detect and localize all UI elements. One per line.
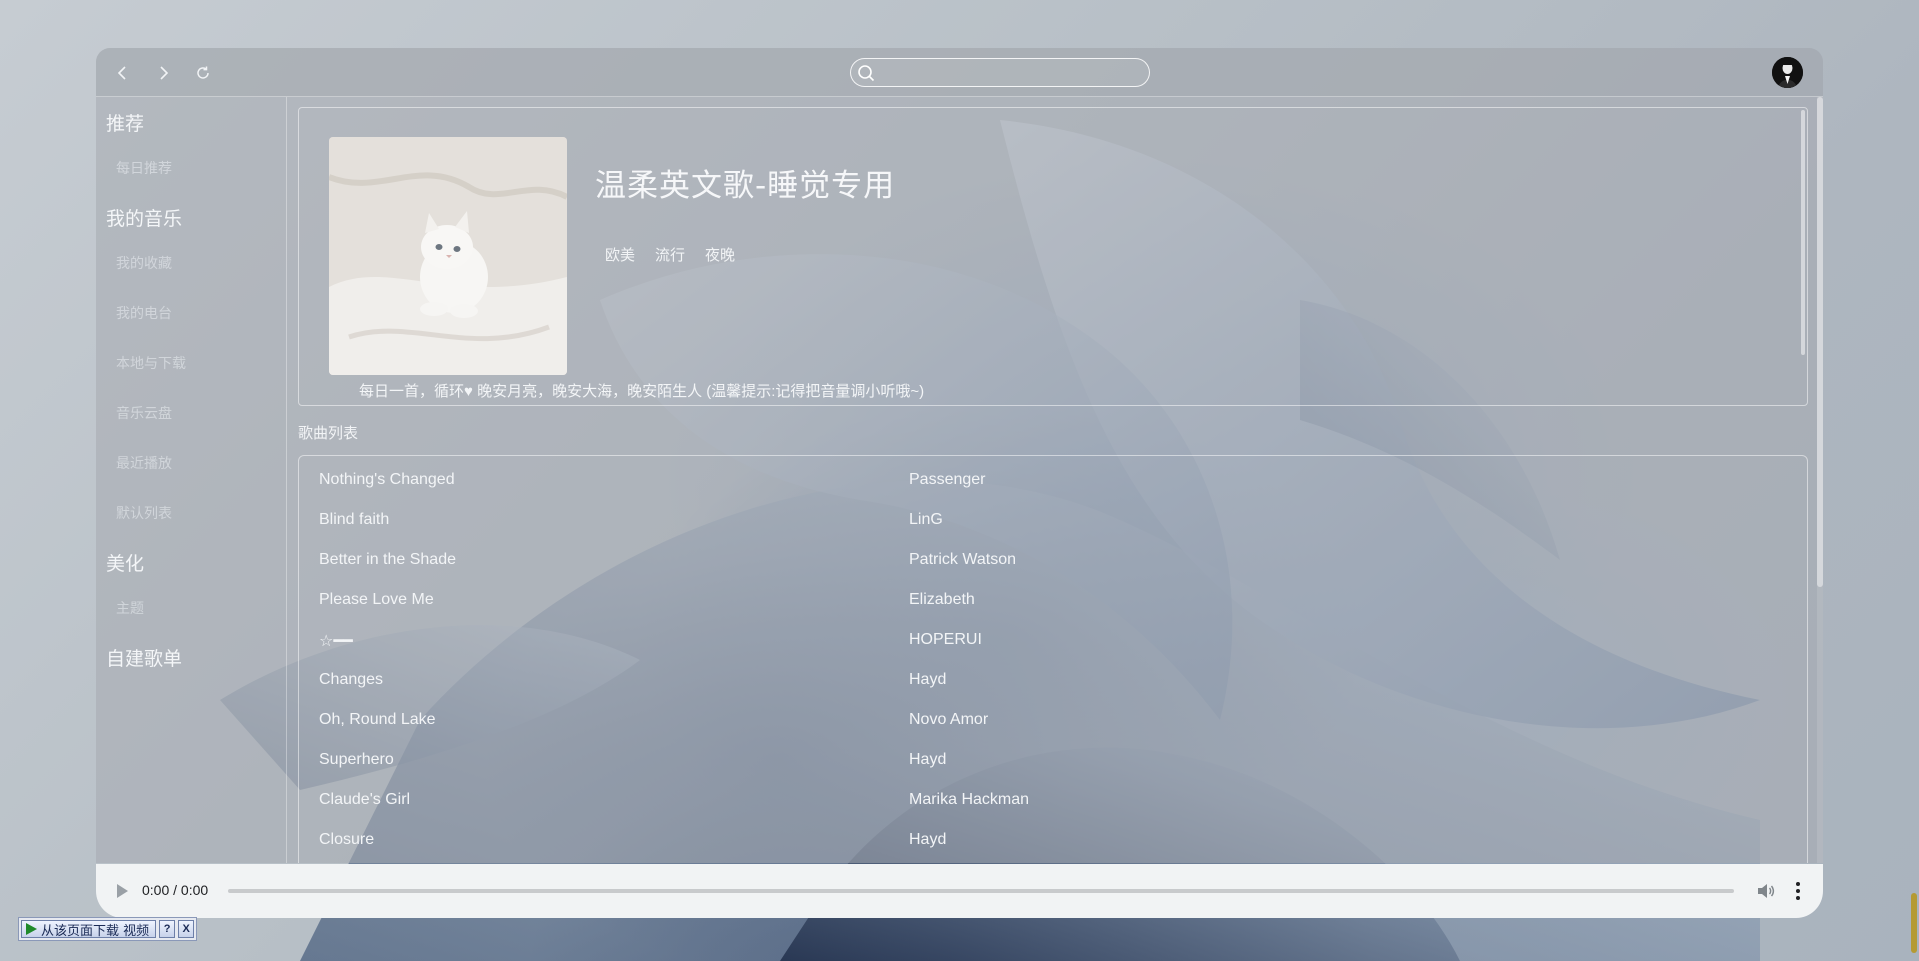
sidebar-section-recommend: 推荐 — [106, 114, 145, 135]
song-artist[interactable]: Patrick Watson — [909, 551, 1016, 569]
song-title[interactable]: Oh, Round Lake — [319, 711, 436, 729]
audio-player: 0:00 / 0:00 — [96, 864, 1823, 918]
sidebar-item-theme[interactable]: 主题 — [116, 598, 144, 618]
song-artist[interactable]: Passenger — [909, 471, 986, 489]
playlist-tag[interactable]: 欧美 — [605, 244, 635, 265]
avatar[interactable] — [1772, 57, 1803, 88]
song-artist[interactable]: HOPERUI — [909, 631, 982, 649]
back-icon[interactable] — [110, 60, 136, 86]
content-scrollbar-track[interactable] — [1817, 97, 1823, 863]
song-title[interactable]: Closure — [319, 831, 374, 849]
song-title[interactable]: Claude's Girl — [319, 791, 410, 809]
playlist-description: 每日一首，循环♥ 晚安月亮，晚安大海，晚安陌生人 (温馨提示:记得把音量调小听哦… — [359, 383, 925, 400]
song-list-title: 歌曲列表 — [298, 425, 359, 442]
download-video-label: 从该页面下载 视频 — [41, 923, 150, 939]
song-row[interactable]: Please Love Me Elizabeth — [319, 588, 1787, 616]
refresh-icon[interactable] — [190, 60, 216, 86]
song-row[interactable]: Closure Hayd — [319, 828, 1787, 856]
song-artist[interactable]: Hayd — [909, 671, 946, 689]
sidebar-item-daily[interactable]: 每日推荐 — [116, 158, 172, 178]
song-title[interactable]: Nothing's Changed — [319, 471, 455, 489]
song-title[interactable]: Changes — [319, 671, 383, 689]
song-row[interactable]: Changes Hayd — [319, 668, 1787, 696]
sidebar-item-cloud[interactable]: 音乐云盘 — [116, 403, 172, 423]
forward-icon[interactable] — [150, 60, 176, 86]
song-row[interactable]: ☆━━ HOPERUI — [319, 628, 1787, 656]
song-title[interactable]: Superhero — [319, 751, 394, 769]
sidebar-item-favorites[interactable]: 我的收藏 — [116, 253, 172, 273]
play-icon[interactable] — [114, 882, 130, 900]
song-row[interactable]: Better in the Shade Patrick Watson — [319, 548, 1787, 576]
song-row[interactable]: Oh, Round Lake Novo Amor — [319, 708, 1787, 736]
song-title[interactable]: Please Love Me — [319, 591, 434, 609]
song-row[interactable]: Blind faith LinG — [319, 508, 1787, 536]
song-title[interactable]: ☆━━ — [319, 631, 353, 651]
playlist-header-card: 温柔英文歌-睡觉专用 欧美 流行 夜晚 每日一首，循环♥ 晚安月亮，晚安大海，晚… — [298, 107, 1808, 406]
top-bar — [96, 48, 1823, 97]
music-app-window: 推荐 每日推荐 我的音乐 我的收藏 我的电台 本地与下载 音乐云盘 最近播放 默… — [96, 48, 1823, 863]
playback-time: 0:00 / 0:00 — [142, 882, 209, 898]
playlist-tag[interactable]: 流行 — [655, 244, 685, 265]
song-artist[interactable]: Hayd — [909, 751, 946, 769]
song-row[interactable]: Nothing's Changed Passenger — [319, 468, 1787, 496]
song-artist[interactable]: Hayd — [909, 831, 946, 849]
sidebar-item-recent[interactable]: 最近播放 — [116, 453, 172, 473]
content-scrollbar-thumb[interactable] — [1817, 97, 1823, 587]
progress-bar[interactable] — [228, 889, 1734, 893]
search-icon[interactable] — [857, 64, 875, 82]
song-row[interactable]: Superhero Hayd — [319, 748, 1787, 776]
close-button[interactable]: X — [178, 920, 195, 938]
playlist-tags: 欧美 流行 夜晚 — [605, 244, 735, 265]
page-edge-scroll-indicator[interactable] — [1911, 893, 1917, 953]
song-title[interactable]: Better in the Shade — [319, 551, 456, 569]
download-video-button[interactable]: 从该页面下载 视频 — [21, 920, 157, 939]
sidebar-item-radio[interactable]: 我的电台 — [116, 303, 172, 323]
search-input[interactable] — [881, 62, 1141, 83]
song-artist[interactable]: Elizabeth — [909, 591, 975, 609]
sidebar-section-my-music: 我的音乐 — [106, 209, 183, 230]
video-download-bar: 从该页面下载 视频 ? X — [18, 917, 198, 941]
song-artist[interactable]: Marika Hackman — [909, 791, 1029, 809]
more-options-icon[interactable] — [1794, 880, 1802, 902]
card-scrollbar[interactable] — [1801, 110, 1805, 355]
search-box — [850, 58, 1150, 87]
song-artist[interactable]: Novo Amor — [909, 711, 988, 729]
volume-icon[interactable] — [1756, 881, 1776, 901]
song-list: Nothing's Changed Passenger Blind faith … — [298, 455, 1808, 863]
play-arrow-icon — [26, 923, 37, 935]
playlist-tag[interactable]: 夜晚 — [705, 244, 735, 265]
sidebar-item-default-list[interactable]: 默认列表 — [116, 503, 172, 523]
song-artist[interactable]: LinG — [909, 511, 943, 529]
sidebar: 推荐 每日推荐 我的音乐 我的收藏 我的电台 本地与下载 音乐云盘 最近播放 默… — [96, 97, 287, 863]
playlist-title: 温柔英文歌-睡觉专用 — [595, 168, 896, 204]
song-row[interactable]: Claude's Girl Marika Hackman — [319, 788, 1787, 816]
main-content: 温柔英文歌-睡觉专用 欧美 流行 夜晚 每日一首，循环♥ 晚安月亮，晚安大海，晚… — [288, 97, 1823, 863]
sidebar-section-custom-playlists[interactable]: 自建歌单 — [106, 644, 182, 671]
playlist-cover-image — [329, 137, 567, 375]
sidebar-item-local-downloads[interactable]: 本地与下载 — [116, 353, 186, 373]
song-title[interactable]: Blind faith — [319, 511, 389, 529]
help-button[interactable]: ? — [159, 920, 176, 938]
sidebar-section-beautify: 美化 — [106, 554, 145, 575]
